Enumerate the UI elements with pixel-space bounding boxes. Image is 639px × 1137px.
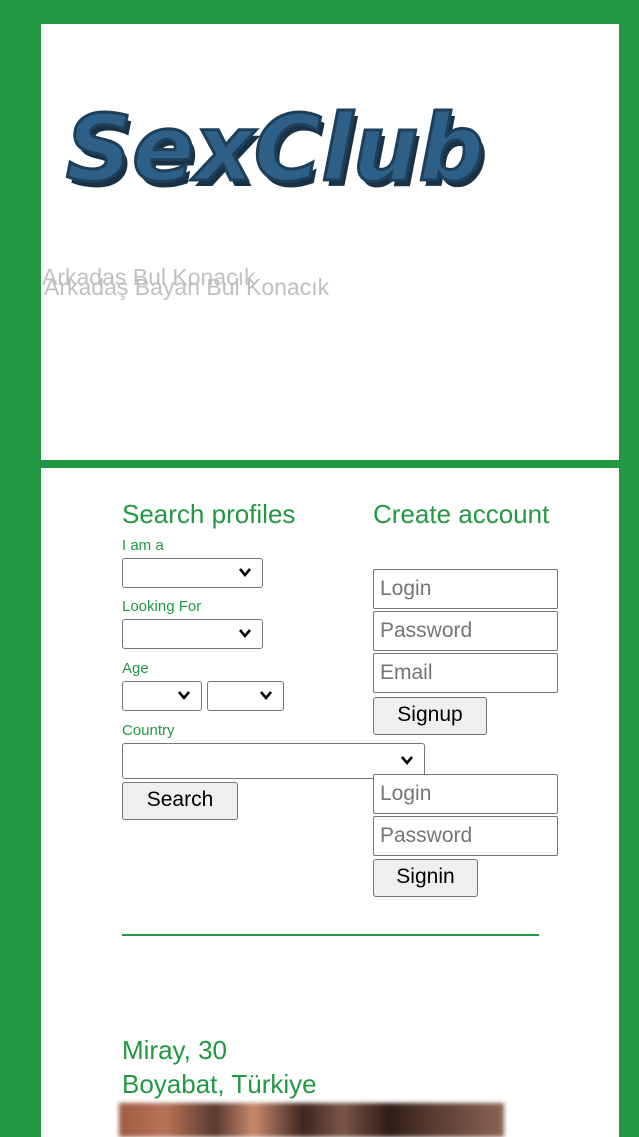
i-am-select[interactable] [122, 558, 263, 588]
age-label: Age [122, 660, 149, 677]
age-from-select[interactable] [122, 681, 202, 711]
i-am-label: I am a [122, 537, 164, 554]
create-account-title: Create account [373, 499, 550, 529]
search-button[interactable]: Search [122, 782, 238, 820]
chevron-down-icon [401, 756, 413, 766]
signin-password-field[interactable]: Password [373, 816, 558, 856]
age-to-select[interactable] [207, 681, 284, 711]
header-panel [41, 24, 619, 460]
signup-login-field[interactable]: Login [373, 569, 558, 609]
looking-for-select[interactable] [122, 619, 263, 649]
profile-photo[interactable] [119, 1103, 504, 1137]
signin-button[interactable]: Signin [373, 859, 478, 897]
chevron-down-icon [239, 568, 251, 578]
tagline-front: Arkadaş Bayan Bul Konacık [44, 274, 330, 300]
chevron-down-icon [260, 691, 272, 701]
profile-location: Boyabat, Türkiye [122, 1069, 317, 1099]
signup-button[interactable]: Signup [373, 697, 487, 735]
chevron-down-icon [239, 629, 251, 639]
looking-for-label: Looking For [122, 598, 202, 615]
signup-email-field[interactable]: Email [373, 653, 558, 693]
country-label: Country [122, 722, 175, 739]
signup-password-field[interactable]: Password [373, 611, 558, 651]
profile-name-age[interactable]: Miray, 30 [122, 1034, 227, 1066]
chevron-down-icon [178, 691, 190, 701]
section-divider [122, 934, 539, 936]
search-profiles-title: Search profiles [122, 499, 296, 529]
signin-login-field[interactable]: Login [373, 774, 558, 814]
site-logo[interactable]: SexClub SexClub [60, 96, 510, 196]
logo-text: SexClub [66, 96, 484, 196]
